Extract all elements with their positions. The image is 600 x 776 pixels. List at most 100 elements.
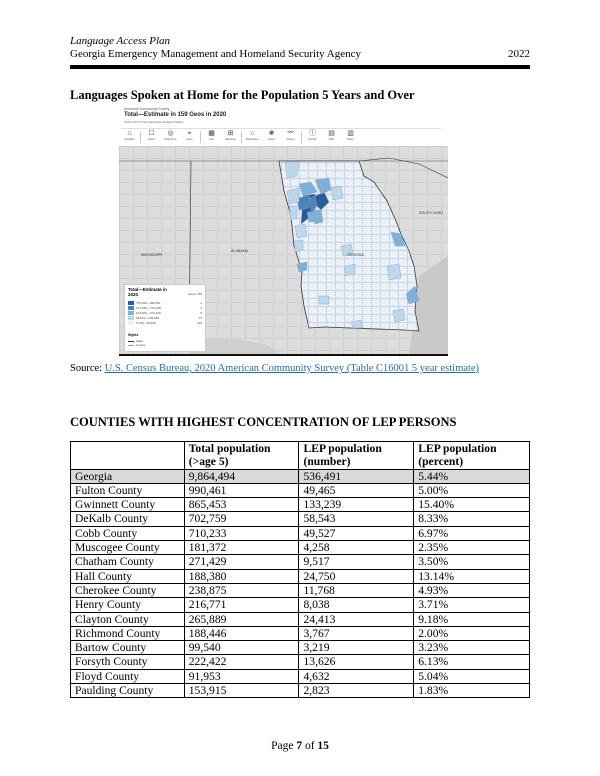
county-troup: [293, 239, 304, 253]
table-row: Bartow County 99,540 3,219 3.23%: [70, 640, 530, 656]
notes-icon: ▥: [347, 130, 354, 137]
lep-percent: 2.35%: [413, 540, 530, 556]
map-tool-shapes[interactable]: ⌤ Shapes: [282, 130, 299, 146]
column-header-line: LEP population: [418, 442, 497, 455]
toolbar-separator: [301, 131, 302, 143]
map-label-mississippi: MISSISSIPPI: [141, 253, 162, 257]
select-icon: ☐: [148, 130, 155, 137]
total-population: 181,372: [183, 540, 300, 556]
legend-class-row: 36,631—103,815 23: [128, 316, 202, 320]
lep-percent: 1.83%: [413, 683, 530, 699]
map-toolbar: ⌂ Variables ☐ Select ◎ Draw Zone ⌖ Layer ▦ Year ⊞ B…: [121, 128, 441, 146]
table-row: Henry County 216,771 8,038 3.71%: [70, 597, 530, 613]
map-tool-label: Table: [328, 138, 335, 141]
legend-count: 126: [196, 321, 202, 325]
lep-number: 3,767: [298, 625, 415, 642]
source-citation: Source: U.S. Census Bureau, 2020 America…: [70, 363, 479, 374]
map-tool-draw-zone[interactable]: ◎ Draw Zone: [162, 130, 179, 146]
lep-number: 3,219: [298, 640, 415, 656]
lep-number: 2,823: [298, 683, 415, 699]
lep-percent: 13.14%: [413, 568, 530, 584]
table-header-row: Total population (>age 5) LEP population (n…: [70, 441, 530, 470]
year-icon: ▦: [208, 130, 215, 137]
county-coweta: [294, 223, 308, 239]
map-tool-table[interactable]: ▤ Table: [323, 130, 340, 146]
column-header-1: Total population (>age 5): [183, 441, 300, 470]
map-survey-label: American Community Survey: [124, 107, 170, 111]
table-row: Clayton County 265,889 24,413 9.18%: [70, 611, 530, 627]
map-header: American Community Survey Total—Estimate…: [119, 106, 448, 146]
map-tool-label: Year: [208, 138, 215, 141]
basemap-icon: ⌂: [127, 130, 132, 137]
table-row: Fulton County 990,461 49,465 5.00%: [70, 482, 530, 499]
county-name: Hall County: [70, 568, 185, 584]
lep-number: 58,543: [298, 511, 415, 527]
source-prefix: Source:: [70, 363, 105, 374]
legend-swatch: [128, 306, 134, 310]
county-name: DeKalb County: [70, 511, 185, 527]
map-tool-variables[interactable]: ⌂ Variables: [121, 130, 138, 146]
column-header-line: (percent): [418, 455, 464, 469]
map-tool-layer[interactable]: ⌖ Layer: [181, 130, 198, 146]
legend-range: 770,229—990,461: [136, 301, 161, 305]
legend-range: 271,430—770,228: [136, 306, 161, 310]
table-row: Chatham County 271,429 9,517 3.50%: [70, 554, 530, 570]
county-glynn: [392, 308, 406, 323]
map-bottom-rule: [119, 354, 448, 356]
map-tool-identify[interactable]: ⓘ Identify: [304, 130, 321, 146]
lep-percent: 8.33%: [413, 511, 530, 527]
legend-class-row: 5,100—36,630 126: [128, 321, 202, 325]
total-population: 702,759: [183, 511, 300, 527]
table-row: Muscogee County 181,372 4,258 2.35%: [70, 540, 530, 556]
map-tool-label: Select: [148, 138, 155, 141]
map-tool-boundaries[interactable]: ⌂ Boundaries: [244, 130, 261, 146]
map-tool-notes[interactable]: ▥ Notes: [342, 130, 359, 146]
lep-number: 4,258: [298, 540, 415, 556]
county-houston: [344, 263, 356, 277]
column-header-0: [70, 441, 185, 470]
legend-range: 36,631—103,815: [136, 316, 160, 320]
legend-styles-title: Styles: [128, 333, 139, 337]
county-name: Gwinnett County: [70, 497, 185, 513]
total-population: 188,380: [183, 568, 300, 584]
page-footer: Page 7 of 15: [0, 740, 600, 752]
header-rule: [70, 65, 530, 69]
total-population: 265,889: [183, 611, 300, 627]
total-population: 153,915: [183, 683, 300, 699]
lep-number: 49,465: [298, 482, 415, 499]
boundaries-icon: ⌂: [250, 130, 255, 137]
lep-percent: 6.13%: [413, 654, 530, 670]
lep-number: 24,750: [298, 568, 415, 584]
total-population: 216,771: [183, 597, 300, 613]
map-subtitle: 2020: ACS 5-Year Estimates Detailed Tabl…: [124, 120, 184, 124]
map-tool-label: Layer: [186, 138, 193, 141]
map-tool-select[interactable]: ☐ Select: [143, 130, 160, 146]
legend-count: 2: [200, 306, 202, 310]
column-header-line: LEP population: [303, 442, 382, 455]
table-row: Hall County 188,380 24,750 13.14%: [70, 568, 530, 584]
legend-class-row: 271,430—770,228 2: [128, 306, 202, 310]
toolbar-separator: [140, 131, 141, 143]
map-tool-label: Identify: [308, 138, 317, 141]
total-population: 188,446: [183, 625, 300, 642]
column-header-line: [75, 442, 180, 455]
county-name: Cobb County: [70, 525, 185, 542]
county-bulloch: [386, 263, 402, 281]
map-tool-year[interactable]: ▦ Year: [203, 130, 220, 146]
legend-swatch: [128, 316, 134, 320]
source-link[interactable]: U.S. Census Bureau, 2020 American Commun…: [105, 363, 479, 374]
map-title: Total—Estimate in 159 Geos in 2020: [124, 112, 227, 118]
map-tool-colors[interactable]: ❀ Colors: [263, 130, 280, 146]
county-name: Cherokee County: [70, 582, 185, 599]
map-tool-basemap[interactable]: ⊞ Basemap: [222, 130, 239, 146]
legend-style-label: County: [136, 343, 146, 347]
total-population: 222,422: [183, 654, 300, 670]
county-name: Bartow County: [70, 640, 185, 656]
lep-percent: 3.50%: [413, 554, 530, 570]
lep-number: 49,527: [298, 525, 415, 542]
county-dougherty: [318, 295, 330, 305]
legend-range: 103,816—271,429: [136, 311, 161, 315]
county-name: Fulton County: [70, 482, 185, 499]
table-row: Cobb County 710,233 49,527 6.97%: [70, 525, 530, 542]
legend-range: 5,100—36,630: [136, 321, 156, 325]
